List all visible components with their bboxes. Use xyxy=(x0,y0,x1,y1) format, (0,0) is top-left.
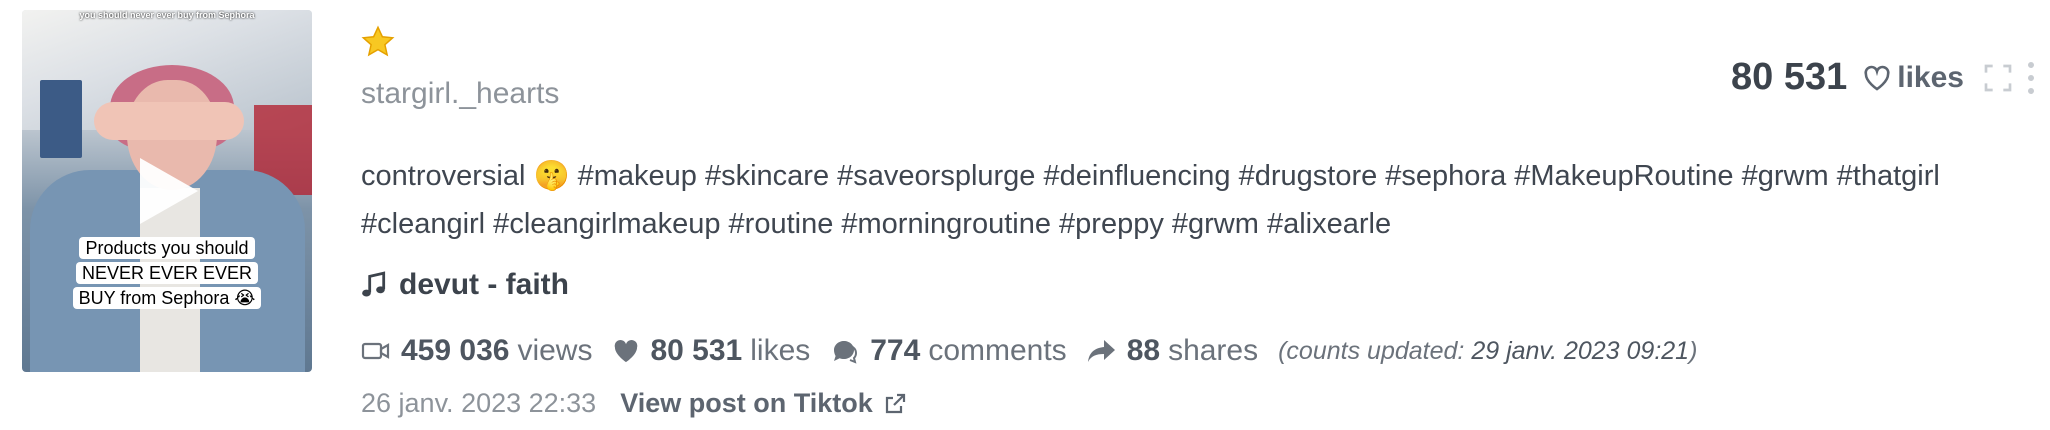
play-icon[interactable] xyxy=(140,158,198,224)
video-caption-text: Products you should NEVER EVER EVER BUY … xyxy=(72,237,262,309)
video-thumbnail[interactable]: you should never ever buy from Sephora P… xyxy=(22,10,312,372)
views-stat: 459 036 views xyxy=(361,334,592,368)
comments-label: comments xyxy=(928,334,1067,367)
likes-summary: 80 531 likes xyxy=(1731,56,2036,99)
counts-updated-suffix: ) xyxy=(1689,336,1698,365)
external-link-icon xyxy=(885,393,905,413)
author-username[interactable]: stargirl._hearts xyxy=(361,77,559,111)
likes-stat: 80 531 likes xyxy=(612,334,810,368)
post-stats: 459 036 views 80 531 likes 774 comments … xyxy=(361,334,1697,368)
shares-count: 88 xyxy=(1126,334,1161,367)
views-label: views xyxy=(517,334,593,367)
video-caption: Products you should NEVER EVER EVER BUY … xyxy=(67,236,267,311)
thumbnail-shelf xyxy=(40,80,82,158)
share-icon xyxy=(1087,340,1115,362)
views-count: 459 036 xyxy=(401,334,510,367)
comments-stat: 774 comments xyxy=(830,334,1067,368)
heart-icon xyxy=(615,340,638,363)
shares-stat: 88 shares xyxy=(1087,334,1258,368)
music-note-icon xyxy=(362,271,386,297)
video-overlay-text: you should never ever buy from Sephora xyxy=(79,10,255,20)
likes-stat-count: 80 531 xyxy=(650,334,743,367)
star-icon[interactable] xyxy=(360,24,396,60)
counts-updated-prefix: (counts updated: xyxy=(1278,336,1472,365)
likes-count: 80 531 xyxy=(1731,56,1848,98)
likes-stat-label: likes xyxy=(750,334,811,367)
more-vertical-icon[interactable] xyxy=(2026,61,2036,95)
comments-count: 774 xyxy=(870,334,921,367)
expand-icon[interactable] xyxy=(1982,62,2014,94)
heart-outline-icon xyxy=(1864,65,1890,91)
video-camera-icon xyxy=(361,342,390,360)
counts-updated-date: 29 janv. 2023 09:21 xyxy=(1471,336,1690,365)
music-title: devut - faith xyxy=(399,268,569,301)
post-description: controversial 🤫 #makeup #skincare #saveo… xyxy=(361,160,1940,240)
view-on-tiktok-label: View post on Tiktok xyxy=(620,388,873,418)
comment-icon xyxy=(834,341,858,364)
shares-label: shares xyxy=(1168,334,1259,367)
counts-updated: (counts updated: 29 janv. 2023 09:21) xyxy=(1278,337,1697,366)
post-footer: 26 janv. 2023 22:33 View post on Tiktok xyxy=(361,388,907,419)
music-track[interactable]: devut - faith xyxy=(361,268,569,302)
likes-label: likes xyxy=(1897,60,1964,94)
view-on-tiktok-link[interactable]: View post on Tiktok xyxy=(620,388,907,419)
thumbnail-hands xyxy=(94,102,244,140)
post-date: 26 janv. 2023 22:33 xyxy=(361,388,597,418)
